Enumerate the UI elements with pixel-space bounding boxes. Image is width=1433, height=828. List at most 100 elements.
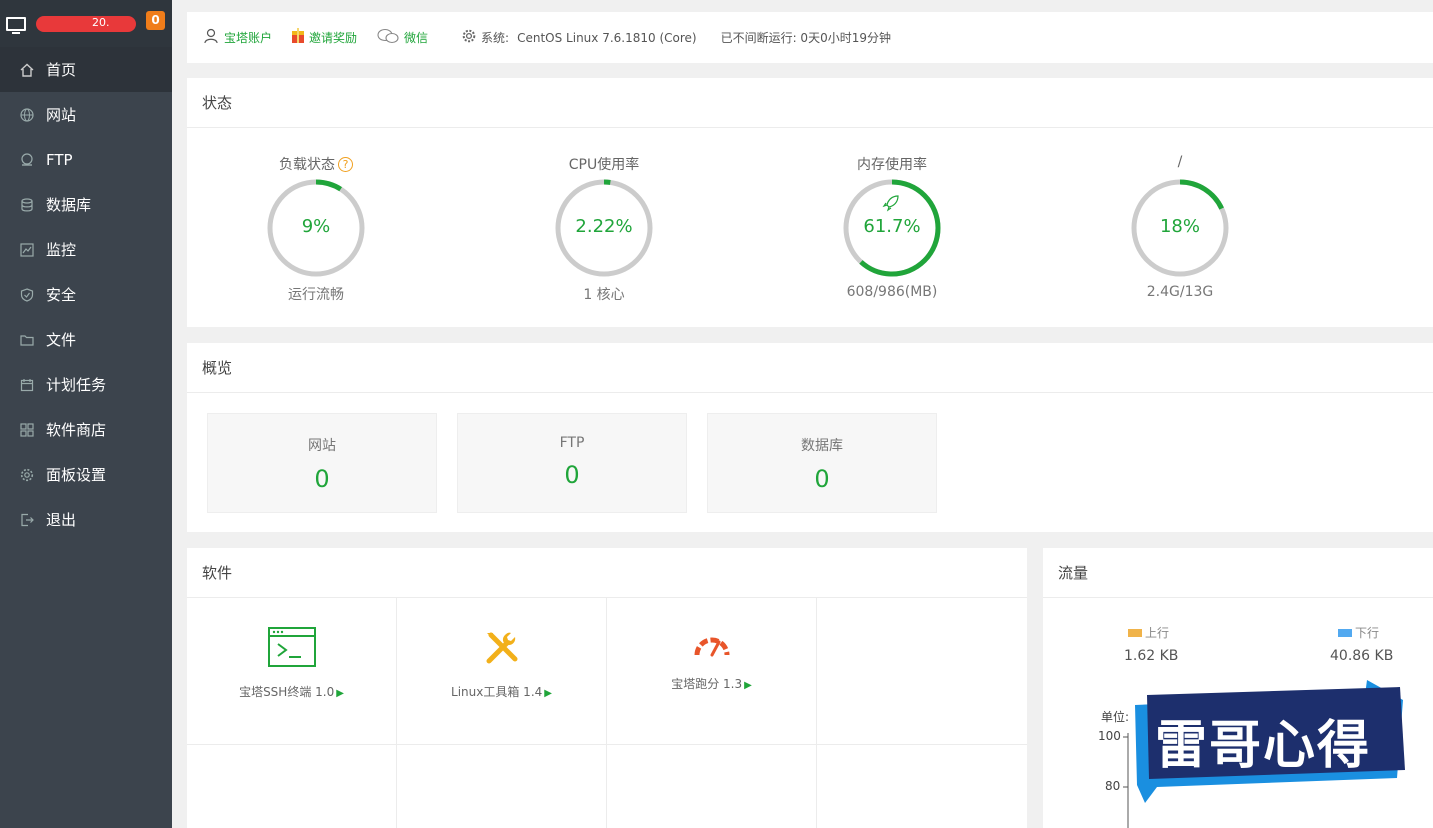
gauge-value: 61.7% [863, 216, 921, 237]
gauge-sub: 1 核心 [583, 287, 625, 303]
monitor-icon [6, 16, 26, 34]
sidebar-item-label: 退出 [46, 511, 77, 529]
wechat-link[interactable]: 微信 [377, 28, 428, 48]
system-info: 系统: CentOS Linux 7.6.1810 (Core) [462, 29, 697, 47]
logout-icon [19, 512, 35, 528]
sidebar-item-label: 首页 [46, 61, 77, 79]
software-name-text: Linux工具箱 1.4 [451, 685, 543, 699]
sidebar-item-monitor[interactable]: 监控 [0, 227, 172, 272]
home-icon [19, 62, 35, 78]
watermark-text: 雷哥心得 [1155, 716, 1372, 776]
gauge-cpu[interactable]: CPU使用率 2.22% 1 核心 [524, 154, 684, 304]
sidebar-item-website[interactable]: 网站 [0, 92, 172, 137]
legend-swatch [1338, 628, 1352, 637]
overview-title: 概览 [187, 343, 1433, 393]
sidebar-item-label: FTP [46, 150, 73, 169]
overview-panel: 概览 网站 0 FTP 0 数据库 0 [187, 343, 1433, 532]
gauge-label: CPU使用率 [568, 157, 640, 173]
play-icon[interactable]: ▶ [336, 688, 344, 699]
sidebar-item-ftp[interactable]: FTP [0, 137, 172, 182]
sidebar-item-label: 数据库 [46, 196, 92, 214]
software-slot-empty[interactable] [397, 745, 607, 828]
sidebar-item-files[interactable]: 文件 [0, 317, 172, 362]
gauge-value: 18% [1159, 216, 1200, 237]
notification-badge[interactable]: 0 [146, 11, 165, 30]
card-value[interactable]: 0 [458, 461, 686, 489]
play-icon[interactable]: ▶ [544, 688, 552, 699]
calendar-icon [19, 377, 35, 393]
traffic-title: 流量 [1043, 548, 1433, 598]
unit-label: 单位: [1101, 710, 1130, 724]
y-tick: 80 [1105, 779, 1121, 793]
sidebar-item-settings[interactable]: 面板设置 [0, 452, 172, 497]
software-name: 宝塔SSH终端 1.0 ▶ [187, 683, 396, 700]
software-item-benchmark[interactable]: 宝塔跑分 1.3 ▶ [607, 598, 817, 745]
software-panel: 软件 宝塔SSH终端 1.0 ▶ Linux工具箱 1.4 ▶ 宝塔跑分 1.3 ▶ [187, 548, 1027, 828]
invite-link[interactable]: 邀请奖励 [292, 28, 357, 47]
y-tick: 100 [1098, 729, 1121, 743]
gauge-label: / [1177, 154, 1183, 170]
status-title: 状态 [187, 78, 1433, 128]
software-title: 软件 [187, 548, 1027, 598]
sidebar-item-label: 网站 [46, 106, 77, 124]
server-ip: 20. [36, 15, 136, 32]
overview-card-ftp[interactable]: FTP 0 [457, 413, 687, 513]
software-slot-empty[interactable] [607, 745, 817, 828]
sidebar-item-security[interactable]: 安全 [0, 272, 172, 317]
legend-upload: 上行 [1128, 624, 1169, 641]
sidebar-item-logout[interactable]: 退出 [0, 497, 172, 542]
info-bar: 宝塔账户 邀请奖励 微信 系统: CentOS Linux 7.6.1810 (C… [187, 12, 1433, 63]
sidebar-item-cron[interactable]: 计划任务 [0, 362, 172, 407]
card-value[interactable]: 0 [208, 465, 436, 493]
apps-icon [19, 422, 35, 438]
database-icon [19, 197, 35, 213]
software-name-text: 宝塔SSH终端 1.0 [239, 685, 335, 699]
legend-label: 下行 [1355, 626, 1380, 640]
gear-icon [462, 29, 476, 47]
software-name-text: 宝塔跑分 1.3 [671, 677, 743, 691]
software-item-toolbox[interactable]: Linux工具箱 1.4 ▶ [397, 598, 607, 745]
sidebar-item-label: 监控 [46, 241, 77, 259]
download-value: 40.86 KB [1330, 648, 1394, 664]
gauge-ring: 2.22% [554, 178, 654, 278]
terminal-icon [187, 627, 396, 671]
sidebar-header: 20. 0 [0, 0, 172, 47]
software-slot-empty[interactable] [187, 745, 397, 828]
sidebar-item-database[interactable]: 数据库 [0, 182, 172, 227]
gauge-value: 9% [301, 216, 331, 237]
folder-icon [19, 332, 35, 348]
user-icon [203, 28, 219, 48]
invite-label: 邀请奖励 [309, 31, 358, 45]
account-link[interactable]: 宝塔账户 [203, 28, 272, 48]
play-icon[interactable]: ▶ [744, 680, 752, 691]
sidebar-item-label: 面板设置 [46, 466, 107, 484]
gauge-load[interactable]: 负载状态? 9% 运行流畅 [236, 154, 396, 304]
gauge-sub: 运行流畅 [288, 287, 344, 303]
sidebar-item-home[interactable]: 首页 [0, 47, 172, 92]
overview-card-website[interactable]: 网站 0 [207, 413, 437, 513]
gauge-value: 2.22% [575, 216, 633, 237]
card-label: 网站 [308, 438, 336, 454]
system-value: CentOS Linux 7.6.1810 (Core) [517, 30, 697, 45]
card-value[interactable]: 0 [708, 465, 936, 493]
legend-download: 下行 [1338, 624, 1379, 641]
sidebar-item-label: 计划任务 [46, 376, 107, 394]
software-slot-empty[interactable] [817, 745, 1027, 828]
gauge-label: 内存使用率 [857, 157, 927, 173]
account-label: 宝塔账户 [224, 31, 273, 45]
gauge-sub: 2.4G/13G [1146, 284, 1214, 300]
software-grid: 宝塔SSH终端 1.0 ▶ Linux工具箱 1.4 ▶ 宝塔跑分 1.3 ▶ [187, 598, 1027, 828]
software-item-ssh[interactable]: 宝塔SSH终端 1.0 ▶ [187, 598, 397, 745]
legend-label: 上行 [1145, 626, 1170, 640]
help-icon[interactable]: ? [338, 157, 353, 172]
gauge-memory[interactable]: 内存使用率 61.7% 608/986(MB) [812, 154, 972, 300]
sidebar-item-store[interactable]: 软件商店 [0, 407, 172, 452]
sidebar-footer [0, 543, 172, 828]
system-label: 系统: [481, 31, 510, 45]
software-slot-empty[interactable] [817, 598, 1027, 745]
gauge-label-text: 负载状态 [279, 157, 335, 173]
gear-icon [19, 467, 35, 483]
sidebar-item-label: 软件商店 [46, 421, 107, 439]
gauge-disk[interactable]: / 18% 2.4G/13G [1100, 154, 1260, 300]
overview-card-database[interactable]: 数据库 0 [707, 413, 937, 513]
